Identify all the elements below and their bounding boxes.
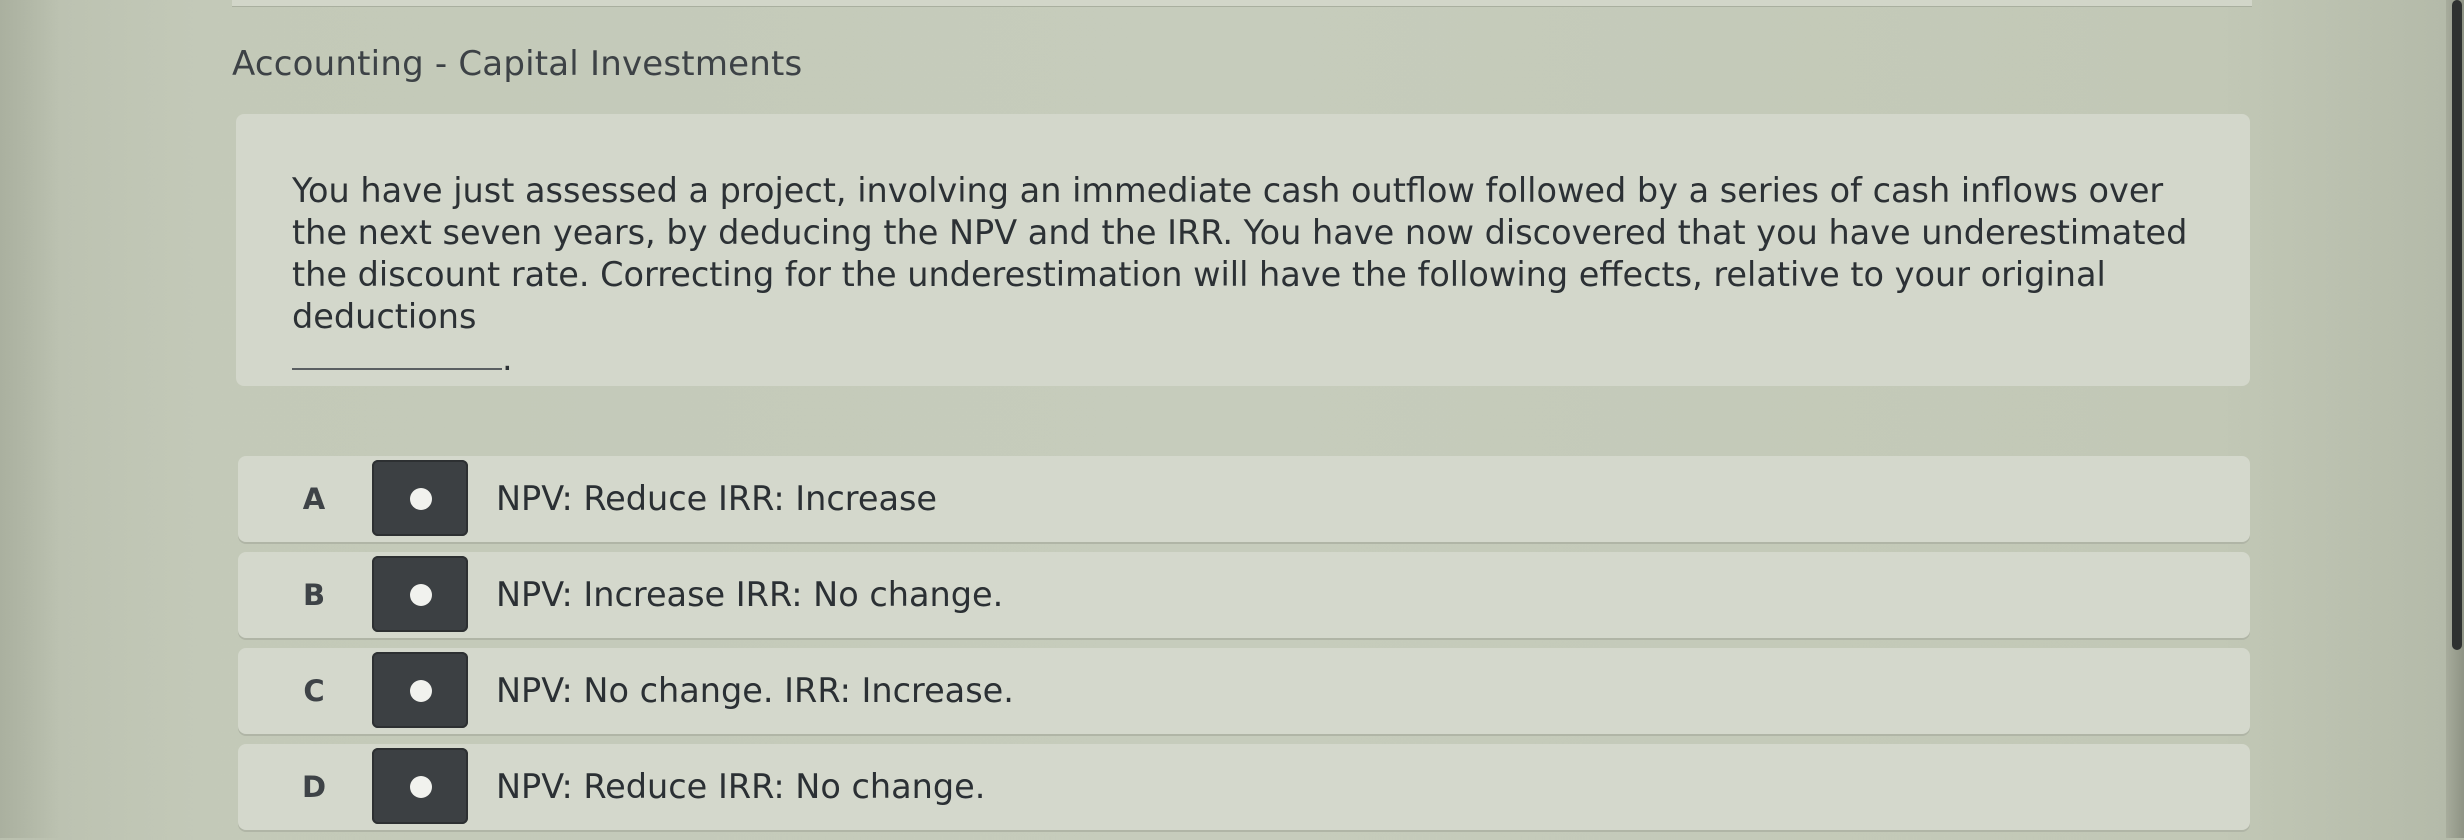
option-label: NPV: No change. IRR: Increase.	[496, 671, 1014, 710]
option-a[interactable]: A NPV: Reduce IRR: Increase	[238, 456, 2250, 542]
option-label: NPV: Reduce IRR: Increase	[496, 479, 938, 518]
radio-button[interactable]	[372, 652, 468, 728]
option-c[interactable]: C NPV: No change. IRR: Increase.	[238, 648, 2250, 734]
option-letter: C	[303, 674, 325, 708]
scrollbar[interactable]	[2446, 0, 2464, 838]
question-text: You have just assessed a project, involv…	[256, 170, 2192, 380]
radio-dot-icon	[410, 680, 432, 702]
option-letter: D	[301, 770, 327, 804]
option-d[interactable]: D NPV: Reduce IRR: No change.	[238, 744, 2250, 830]
radio-button[interactable]	[372, 460, 468, 536]
option-b[interactable]: B NPV: Increase IRR: No change.	[238, 552, 2250, 638]
radio-dot-icon	[410, 488, 432, 510]
option-letter: A	[302, 482, 326, 516]
question-body: You have just assessed a project, involv…	[292, 171, 2188, 336]
page-title: Accounting - Capital Investments	[232, 44, 803, 84]
answer-options: A NPV: Reduce IRR: Increase B NPV: Incre…	[238, 456, 2250, 840]
question-panel: You have just assessed a project, involv…	[236, 114, 2250, 386]
question-end-punctuation: .	[502, 339, 513, 378]
radio-button[interactable]	[372, 748, 468, 824]
radio-dot-icon	[410, 776, 432, 798]
option-label: NPV: Reduce IRR: No change.	[496, 767, 986, 806]
answer-blank	[292, 346, 502, 370]
left-edge-shade	[0, 0, 60, 838]
scrollbar-thumb[interactable]	[2452, 0, 2462, 650]
top-divider	[232, 0, 2252, 7]
option-label: NPV: Increase IRR: No change.	[496, 575, 1004, 614]
radio-button[interactable]	[372, 556, 468, 632]
radio-dot-icon	[410, 584, 432, 606]
option-letter: B	[302, 578, 326, 612]
